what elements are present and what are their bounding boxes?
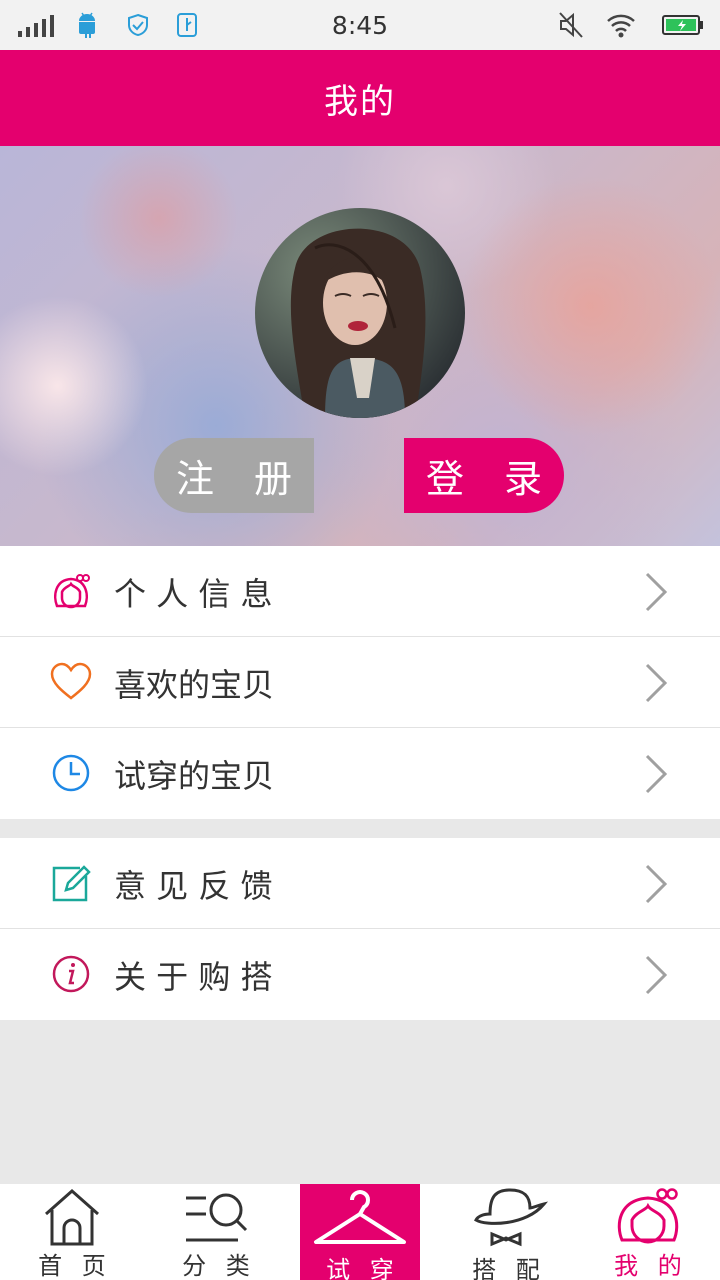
info-icon [52,955,90,993]
tab-label: 分 类 [182,1252,256,1280]
menu-item-liked[interactable]: 喜欢的宝贝 [0,637,720,728]
heart-icon [50,662,92,700]
menu-item-label: 个 人 信 息 [114,574,273,613]
status-bar: 8:45 [0,0,720,50]
menu-item-label: 意 见 反 馈 [114,866,273,905]
chevron-right-icon [645,955,668,995]
clock-icon [52,754,90,792]
user-girl-icon [54,574,90,609]
app-header: 我的 [0,50,720,146]
menu-item-label: 喜欢的宝贝 [114,665,275,704]
battery-icon [662,0,704,50]
tab-label: 试 穿 [326,1256,400,1280]
chevron-right-icon [645,572,668,612]
tab-label: 我 的 [614,1252,688,1280]
user-girl-icon [617,1188,679,1244]
menu-item-feedback[interactable]: 意 见 反 馈 [0,838,720,929]
register-button[interactable]: 注 册 [154,438,314,513]
edit-icon [52,865,91,902]
menu-item-label: 试穿的宝贝 [114,756,275,795]
tab-category[interactable]: 分 类 [156,1184,276,1280]
hanger-icon [314,1190,406,1244]
chevron-right-icon [645,864,668,904]
login-button[interactable]: 登 录 [404,438,564,513]
menu-group-about: 意 见 反 馈 关 于 购 搭 [0,838,720,1020]
mute-icon [558,0,584,50]
chevron-right-icon [645,663,668,703]
tab-mine[interactable]: 我 的 [588,1184,708,1280]
menu-item-label: 关 于 购 搭 [114,957,273,996]
tab-try-on[interactable]: 试 穿 [300,1184,420,1280]
menu-item-tried[interactable]: 试穿的宝贝 [0,728,720,819]
hat-bowtie-icon [474,1188,549,1247]
tab-label: 首 页 [38,1252,112,1280]
tab-match[interactable]: 搭 配 [446,1184,566,1280]
wifi-icon [606,0,636,50]
category-search-icon [186,1193,248,1242]
page-title: 我的 [324,81,396,122]
bottom-tab-bar: 首 页 分 类 试 穿 搭 配 我 的 [0,1184,720,1280]
profile-hero: 注 册 登 录 [0,146,720,546]
home-icon [45,1188,99,1246]
avatar[interactable] [255,208,465,418]
tab-label: 搭 配 [472,1256,546,1280]
menu-group-account: 个 人 信 息 喜欢的宝贝 试穿的宝贝 [0,546,720,819]
menu-item-about[interactable]: 关 于 购 搭 [0,929,720,1020]
tab-home[interactable]: 首 页 [12,1184,132,1280]
menu-item-personal-info[interactable]: 个 人 信 息 [0,546,720,637]
chevron-right-icon [645,754,668,794]
